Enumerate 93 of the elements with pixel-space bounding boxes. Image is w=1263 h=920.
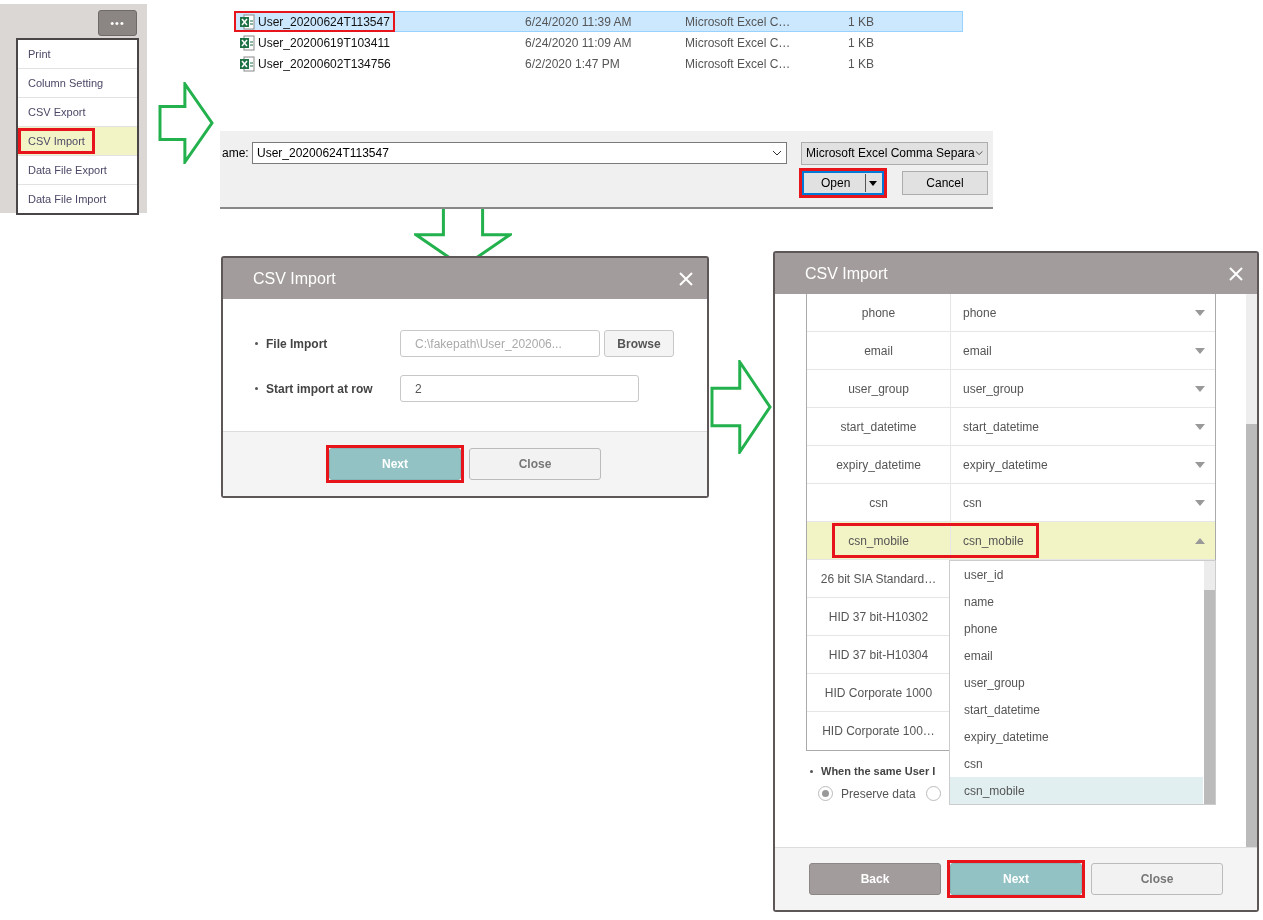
column-name: email — [864, 343, 893, 358]
column-name: HID 37 bit-H10302 — [828, 609, 929, 624]
column-name: 26 bit SIA Standard… — [820, 571, 937, 586]
caret-down-icon — [1195, 499, 1205, 506]
menu-item-label: CSV Import — [18, 128, 95, 154]
dropdown-option[interactable]: csn — [950, 750, 1203, 777]
column-name: expiry_datetime — [836, 457, 921, 472]
file-type: Microsoft Excel C… — [685, 14, 792, 29]
file-name: User_20200624T113547 — [258, 14, 390, 29]
file-type-dropdown[interactable]: Microsoft Excel Comma Separa — [801, 141, 988, 165]
scrollbar[interactable] — [1204, 561, 1215, 804]
column-name: start_datetime — [840, 419, 917, 434]
menu-item-label: Column Setting — [27, 76, 105, 91]
file-date: 6/24/2020 11:39 AM — [525, 14, 633, 29]
scrollbar[interactable] — [1246, 294, 1257, 847]
menu-item-label: Data File Import — [27, 192, 108, 207]
column-name: HID Corporate 100… — [822, 724, 935, 738]
menu-item[interactable]: Column Setting — [18, 69, 137, 98]
radio-label: Preserve data — [841, 786, 916, 801]
dialog-title: CSV Import — [805, 264, 888, 283]
field-dropdown[interactable]: csn_mobile — [951, 522, 1215, 559]
bullet-icon — [255, 387, 258, 390]
file-date: 6/24/2020 11:09 AM — [525, 35, 633, 50]
file-row[interactable]: User_20200624T113547 6/24/2020 11:39 AM Microsoft Excel C… 1 KB — [234, 11, 963, 32]
menu-item[interactable]: CSV Import — [18, 127, 137, 156]
dropdown-option[interactable]: start_datetime — [950, 696, 1203, 723]
field-dropdown[interactable]: start_datetime — [951, 408, 1215, 445]
file-name-label: ame: — [222, 146, 250, 160]
column-name: csn_mobile — [848, 533, 909, 548]
column-name: csn — [869, 495, 888, 510]
field-dropdown[interactable]: phone — [951, 294, 1215, 331]
spreadsheet-file-icon — [239, 34, 255, 51]
menu-item[interactable]: Data File Import — [18, 185, 137, 213]
option-label: When the same User I — [821, 765, 936, 777]
field-dropdown[interactable]: email — [951, 332, 1215, 369]
caret-down-icon — [1195, 309, 1205, 316]
chevron-down-icon — [974, 150, 983, 156]
caret-up-icon — [1195, 537, 1205, 544]
dropdown-option[interactable]: user_id — [950, 561, 1203, 588]
radio-button[interactable] — [818, 786, 833, 801]
caret-down-icon — [1195, 347, 1205, 354]
close-icon[interactable] — [679, 271, 693, 286]
dropdown-option[interactable]: csn_mobile — [950, 777, 1203, 804]
file-row[interactable]: User_20200602T134756 6/2/2020 1:47 PM Microsoft Excel C… 1 KB — [234, 53, 963, 74]
dropdown-option[interactable]: name — [950, 588, 1203, 615]
caret-down-icon — [1195, 461, 1205, 468]
dropdown-option[interactable]: expiry_datetime — [950, 723, 1203, 750]
column-name: user_group — [848, 381, 909, 396]
menu-item-label: CSV Export — [27, 105, 87, 120]
file-size: 1 KB — [848, 56, 874, 71]
menu-item-label: Data File Export — [27, 163, 108, 178]
file-type: Microsoft Excel C… — [685, 56, 792, 71]
more-button[interactable]: ••• — [98, 10, 137, 36]
dialog-title: CSV Import — [253, 269, 336, 288]
file-size: 1 KB — [848, 35, 874, 50]
dropdown-option[interactable]: user_group — [950, 669, 1203, 696]
file-name: User_20200619T103411 — [258, 35, 390, 50]
field-dropdown[interactable]: expiry_datetime — [951, 446, 1215, 483]
spreadsheet-file-icon — [239, 55, 255, 72]
menu-item[interactable]: Data File Export — [18, 156, 137, 185]
caret-down-icon — [869, 180, 878, 186]
close-icon[interactable] — [1229, 266, 1243, 281]
bullet-icon — [810, 769, 813, 773]
file-date: 6/2/2020 1:47 PM — [525, 56, 621, 71]
dropdown-option[interactable]: email — [950, 642, 1203, 669]
spreadsheet-file-icon — [239, 13, 255, 30]
right-arrow-icon — [710, 360, 772, 454]
button[interactable]: Cancel — [902, 171, 988, 195]
dropdown-option[interactable]: phone — [950, 615, 1203, 642]
split-button[interactable]: Open — [802, 171, 884, 195]
field-label: File Import — [266, 336, 329, 351]
file-size: 1 KB — [848, 14, 874, 29]
file-type: Microsoft Excel C… — [685, 35, 792, 50]
menu-item[interactable]: Print — [18, 40, 137, 69]
right-arrow-icon — [158, 82, 214, 164]
file-name: User_20200602T134756 — [258, 56, 391, 71]
button[interactable]: Close — [469, 448, 601, 480]
button[interactable]: Close — [1091, 863, 1223, 895]
chevron-down-icon — [772, 150, 782, 156]
input-field[interactable]: 2 — [400, 375, 639, 402]
column-name: HID 37 bit-H10304 — [828, 647, 929, 662]
file-row[interactable]: User_20200619T103411 6/24/2020 11:09 AM Microsoft Excel C… 1 KB — [234, 32, 963, 53]
file-name-field[interactable]: User_20200624T113547 — [252, 142, 787, 164]
column-name: phone — [861, 305, 896, 320]
field-label: Start import at row — [266, 381, 374, 396]
radio-button[interactable] — [925, 786, 941, 801]
field-dropdown[interactable]: user_group — [951, 370, 1215, 407]
menu-item-label: Print — [27, 47, 52, 62]
caret-down-icon — [1195, 385, 1205, 392]
bullet-icon — [255, 342, 258, 345]
column-name: HID Corporate 1000 — [824, 685, 933, 700]
caret-down-icon — [1195, 423, 1205, 430]
field-dropdown[interactable]: csn — [951, 484, 1215, 521]
